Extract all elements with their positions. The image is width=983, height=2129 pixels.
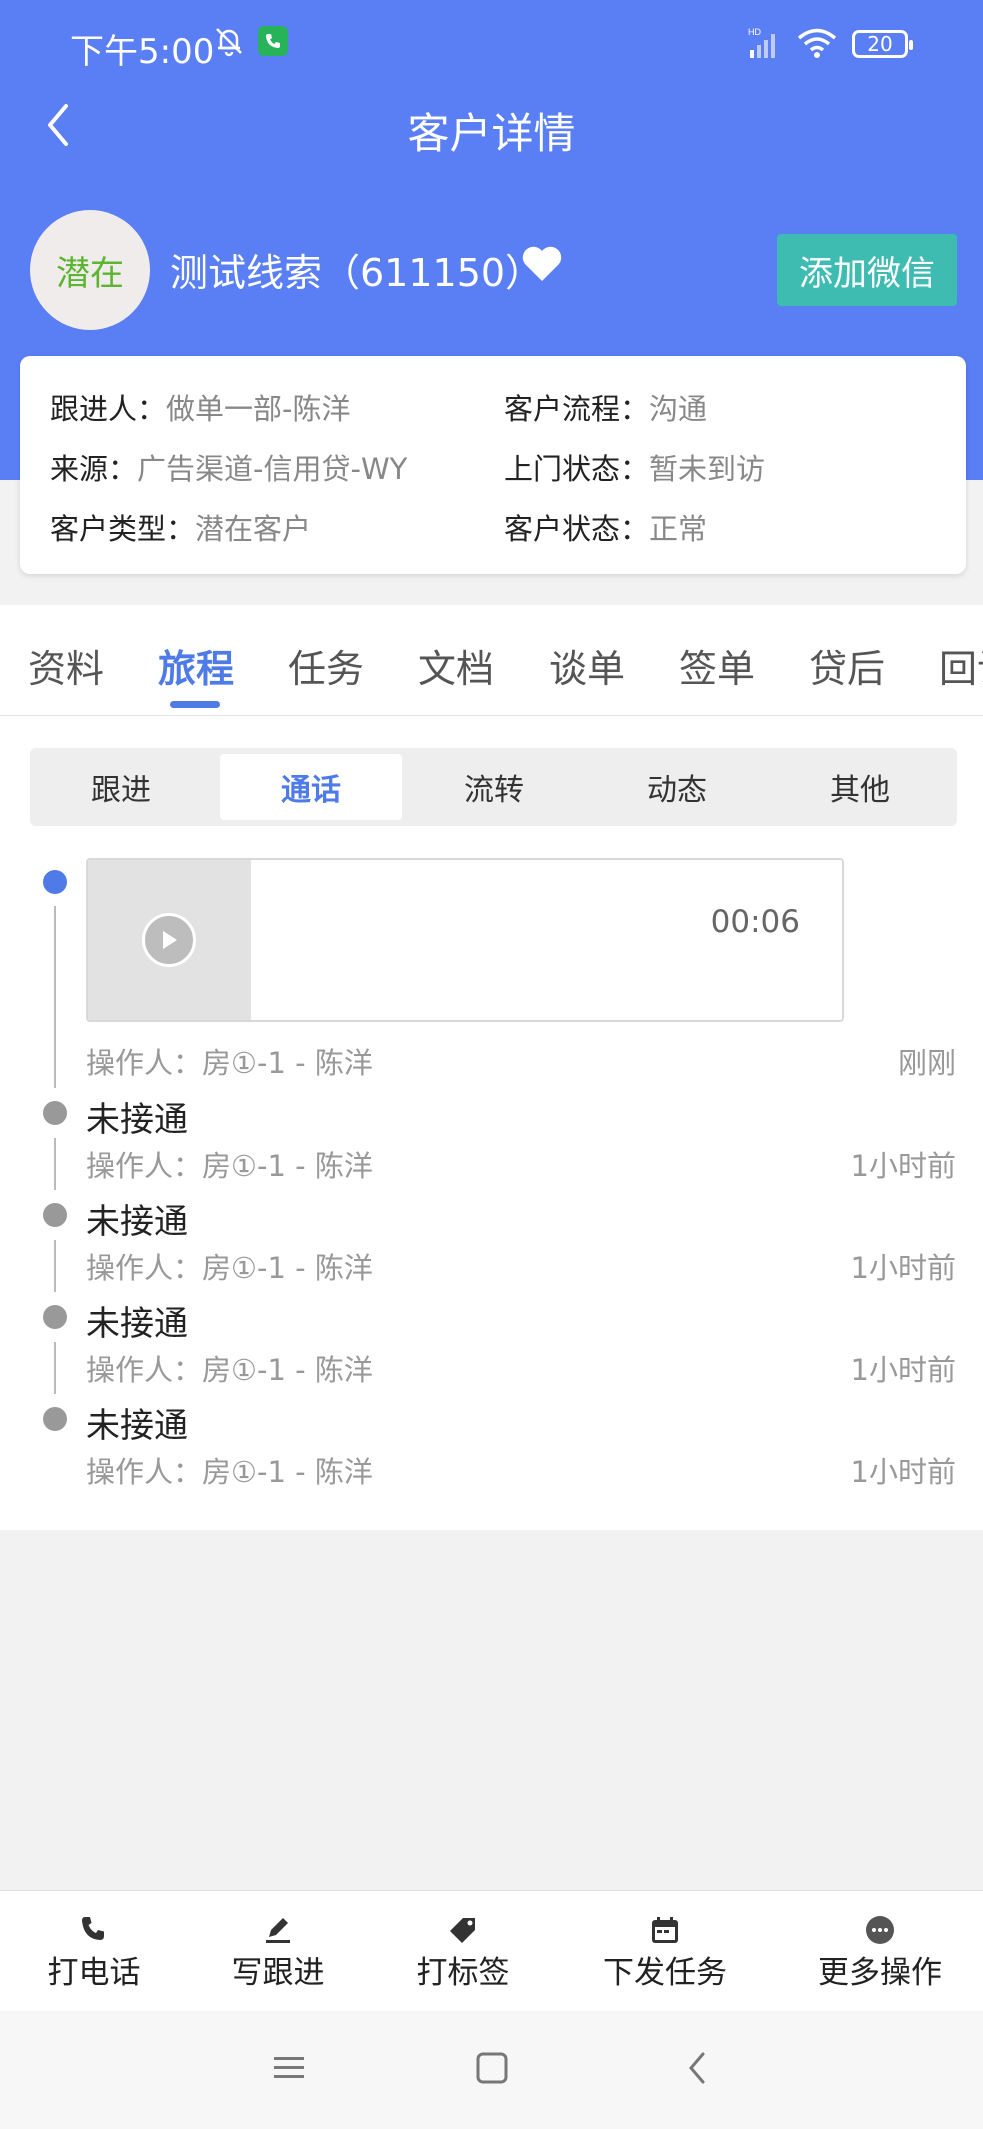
system-back-icon[interactable] (685, 2051, 711, 2085)
assign-task-button[interactable]: 下发任务 (600, 1915, 730, 1992)
timeline-operator: 操作人：房①-1 - 陈洋 (86, 1353, 373, 1387)
phone-icon (82, 1917, 104, 1940)
timeline-time: 1小时前 (850, 1251, 956, 1285)
tab-profile[interactable]: 资料 (28, 638, 104, 693)
write-follow-up-button[interactable]: 写跟进 (228, 1915, 328, 1992)
mute-bell-icon (216, 28, 242, 57)
timeline-connector (54, 1342, 56, 1394)
tab-documents[interactable]: 文档 (418, 638, 494, 693)
more-actions-button[interactable]: 更多操作 (815, 1915, 945, 1992)
timeline-time: 1小时前 (850, 1455, 956, 1489)
tab-post-loan[interactable]: 贷后 (809, 638, 885, 693)
info-follower: 跟进人：做单一部-陈洋 (50, 392, 351, 426)
timeline-operator: 操作人：房①-1 - 陈洋 (86, 1455, 373, 1489)
timeline-dot (43, 1203, 67, 1227)
play-icon[interactable] (142, 913, 196, 967)
call-button-label: 打电话 (47, 1955, 141, 1991)
menu-icon[interactable] (272, 2053, 306, 2083)
more-actions-label: 更多操作 (818, 1955, 942, 1991)
tab-bar: 资料 旅程 任务 文档 谈单 签单 贷后 回访 (0, 605, 983, 716)
status-time: 下午5:00 (70, 32, 215, 72)
segment-follow-up[interactable]: 跟进 (30, 754, 212, 820)
segment-other[interactable]: 其他 (769, 754, 951, 820)
assign-task-label: 下发任务 (603, 1955, 727, 1991)
page-title: 客户详情 (407, 109, 576, 158)
info-customer-status: 客户状态：正常 (504, 512, 708, 546)
timeline-event-title: 未接通 (86, 1406, 188, 1446)
segment-control: 跟进 通话 流转 动态 其他 (30, 748, 957, 826)
timeline-connector (54, 1138, 56, 1190)
tab-negotiation[interactable]: 谈单 (549, 638, 625, 693)
recording-duration: 00:06 (710, 904, 800, 940)
timeline-connector (54, 1240, 56, 1292)
info-process: 客户流程：沟通 (504, 392, 708, 426)
timeline-event-title: 未接通 (86, 1202, 188, 1242)
customer-info-card: 跟进人：做单一部-陈洋 客户流程：沟通 来源：广告渠道-信用贷-WY 上门状态：… (20, 356, 966, 574)
timeline-dot (43, 870, 67, 894)
hd-label: HD (748, 27, 761, 37)
timeline-operator: 操作人：房①-1 - 陈洋 (86, 1251, 373, 1285)
timeline-dot (43, 1305, 67, 1329)
status-bar: 下午5:00 HD 20 (0, 0, 983, 90)
segment-calls[interactable]: 通话 (220, 754, 402, 820)
tab-tasks[interactable]: 任务 (288, 638, 364, 693)
timeline-dot (43, 1101, 67, 1125)
timeline-event-title: 未接通 (86, 1100, 188, 1140)
calendar-icon (652, 1917, 678, 1943)
info-source: 来源：广告渠道-信用贷-WY (50, 452, 408, 486)
timeline-connector (54, 906, 56, 1088)
bottom-action-bar: 打电话 写跟进 打标签 下发任务 更多操作 (0, 1890, 983, 2011)
timeline-event-title: 未接通 (86, 1304, 188, 1344)
signal-icon: HD (748, 27, 775, 58)
timeline-time: 刚刚 (897, 1046, 956, 1080)
add-wechat-button[interactable]: 添加微信 (777, 234, 957, 306)
info-customer-type: 客户类型：潜在客户 (50, 512, 312, 546)
home-icon[interactable] (475, 2051, 509, 2085)
call-notification-icon (258, 26, 288, 56)
timeline-time: 1小时前 (850, 1149, 956, 1183)
battery-icon: 20 (852, 30, 913, 58)
timeline-time: 1小时前 (850, 1353, 956, 1387)
wifi-icon (797, 28, 837, 58)
tab-journey[interactable]: 旅程 (158, 638, 234, 693)
timeline-operator: 操作人：房①-1 - 陈洋 (86, 1046, 373, 1080)
timeline-operator: 操作人：房①-1 - 陈洋 (86, 1149, 373, 1183)
tab-signing[interactable]: 签单 (679, 638, 755, 693)
tag-icon (450, 1918, 475, 1943)
avatar: 潜在 (30, 210, 150, 330)
add-tag-button[interactable]: 打标签 (413, 1915, 513, 1992)
active-tab-indicator (170, 701, 220, 708)
call-recording-player[interactable]: 00:06 (86, 858, 844, 1022)
heart-icon[interactable] (520, 243, 564, 283)
more-icon (866, 1916, 894, 1944)
write-follow-up-label: 写跟进 (231, 1955, 325, 1991)
segment-activity[interactable]: 动态 (586, 754, 768, 820)
call-button[interactable]: 打电话 (44, 1915, 144, 1992)
timeline-dot (43, 1407, 67, 1431)
add-tag-label: 打标签 (416, 1955, 510, 1991)
info-visit-status: 上门状态：暂未到访 (504, 452, 766, 486)
segment-transfer[interactable]: 流转 (403, 754, 585, 820)
tab-revisit[interactable]: 回访 (939, 638, 983, 693)
customer-name: 测试线索（611150） (170, 251, 544, 295)
pen-icon (266, 1918, 290, 1943)
system-nav-bar (0, 2011, 983, 2129)
